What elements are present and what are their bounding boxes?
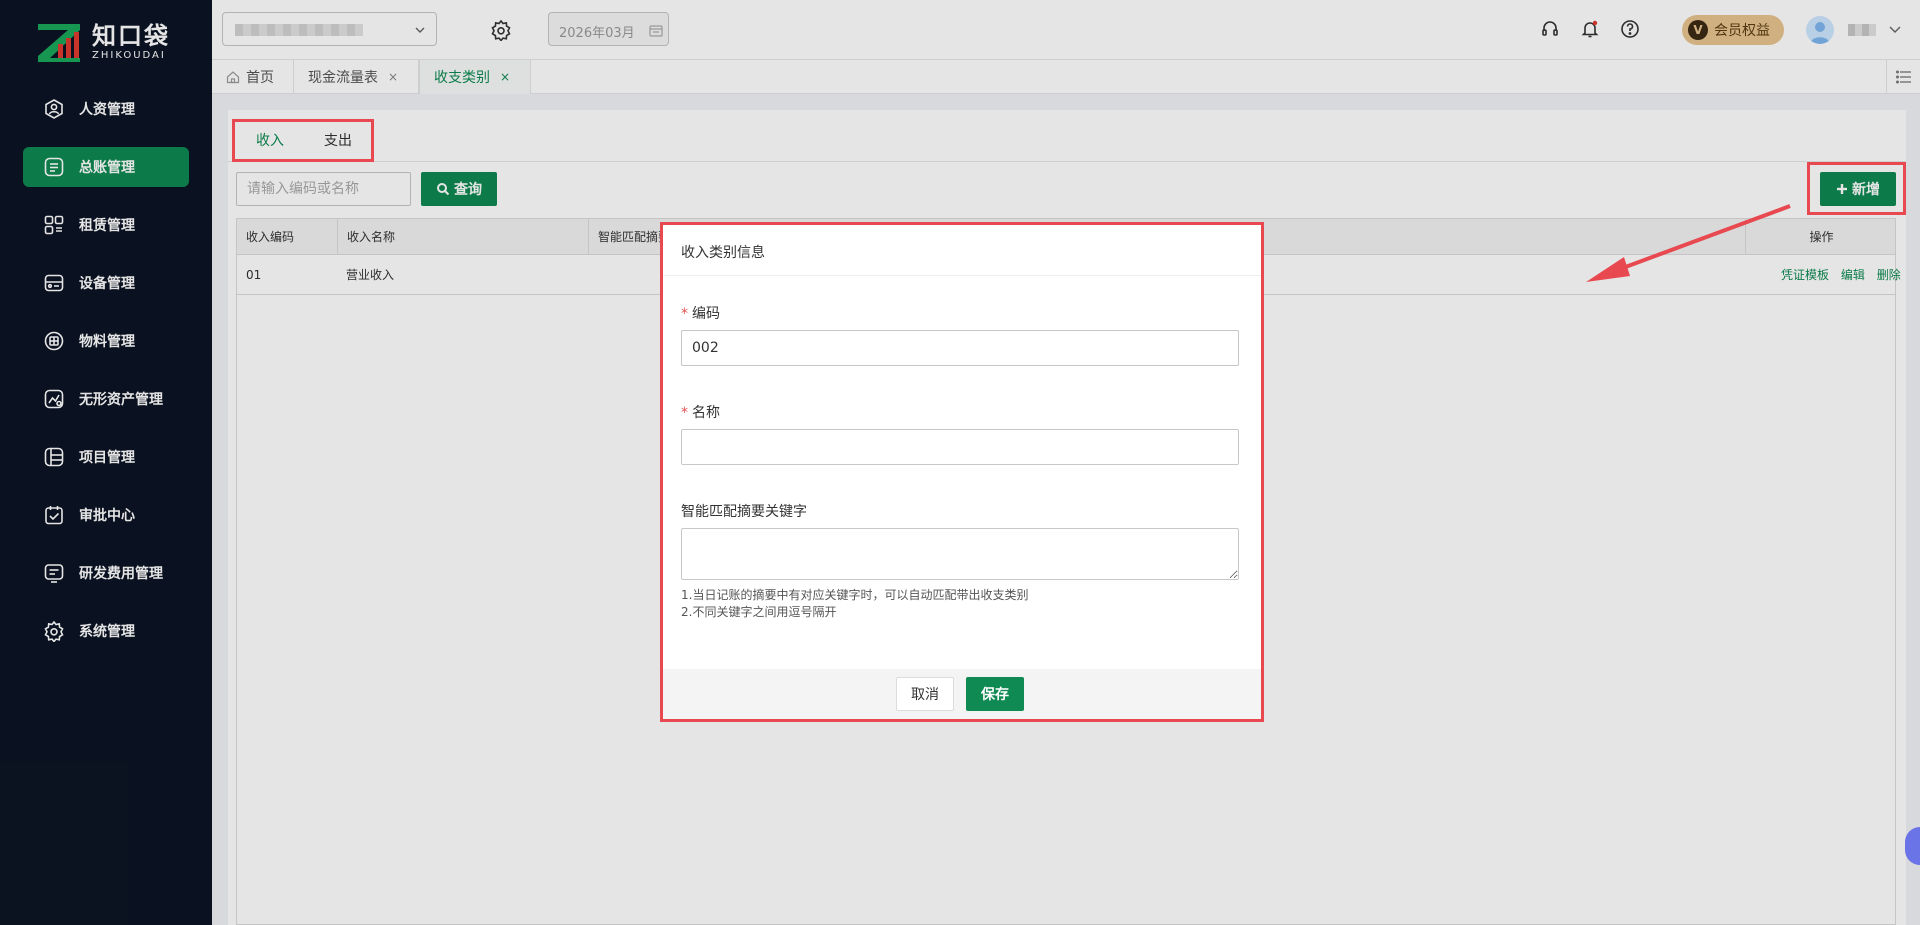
highlight-add-button: [1807, 162, 1906, 215]
chat-widget[interactable]: [1905, 827, 1920, 865]
highlight-subtabs: [232, 119, 374, 162]
highlight-dialog: [660, 222, 1264, 722]
